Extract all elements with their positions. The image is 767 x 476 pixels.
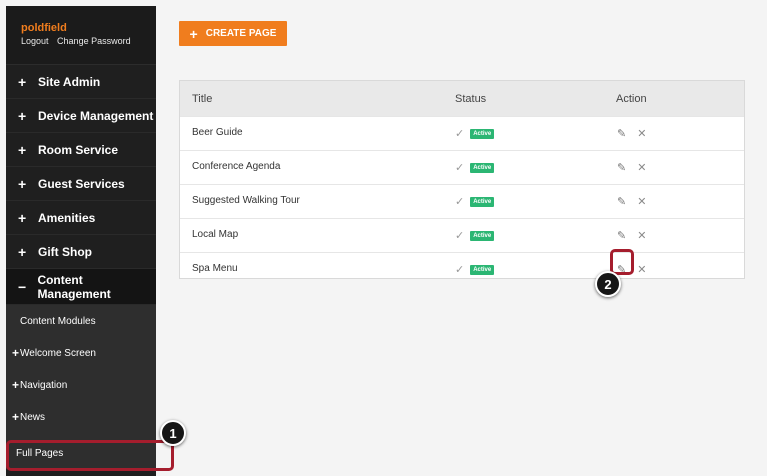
expand-plus-icon: + (18, 175, 27, 192)
sub-item-label: Welcome Screen (20, 347, 96, 359)
delete-x-icon[interactable]: ✕ (637, 263, 646, 276)
status-badge: Active (470, 196, 495, 207)
check-icon: ✓ (455, 196, 465, 208)
full-pages-highlight (6, 440, 174, 471)
sub-item-news[interactable]: + News (6, 401, 156, 433)
page-title-cell: Conference Agenda (192, 161, 281, 172)
sub-item-welcome-screen[interactable]: + Welcome Screen (6, 337, 156, 369)
delete-x-icon[interactable]: ✕ (637, 195, 646, 208)
step-marker-2: 2 (595, 271, 621, 297)
pages-table: Title Status Action Beer Guide ✓ Active … (179, 80, 745, 279)
nav-item-content-management[interactable]: − Content Management (6, 269, 156, 305)
expand-plus-icon: + (12, 378, 20, 392)
row-actions: ✎ ✕ (617, 229, 646, 242)
nav-item-room-service[interactable]: + Room Service (6, 133, 156, 167)
expand-plus-icon: + (18, 107, 27, 124)
status-cell: ✓ Active (455, 161, 495, 174)
step-marker-1: 1 (160, 420, 186, 446)
delete-x-icon[interactable]: ✕ (637, 229, 646, 242)
check-icon: ✓ (455, 230, 465, 242)
page-title-cell: Suggested Walking Tour (192, 195, 300, 206)
nav-item-label: Amenities (38, 210, 96, 225)
plus-icon: + (189, 25, 198, 42)
page-title-cell: Spa Menu (192, 263, 238, 274)
user-links: Logout Change Password (21, 36, 156, 46)
user-box: poldfield Logout Change Password (6, 6, 156, 65)
table-row: Local Map ✓ Active ✎ ✕ (180, 218, 744, 252)
expand-plus-icon: + (18, 209, 27, 226)
status-badge: Active (470, 230, 495, 241)
nav-item-label: Gift Shop (38, 244, 92, 259)
expand-plus-icon: + (18, 73, 27, 90)
status-badge: Active (470, 128, 495, 139)
sidebar: poldfield Logout Change Password + Site … (6, 6, 156, 476)
page-title-cell: Beer Guide (192, 127, 243, 138)
edit-icon-highlight (610, 249, 634, 275)
create-page-label: CREATE PAGE (205, 28, 277, 39)
column-header-action: Action (616, 93, 647, 105)
nav-item-site-admin[interactable]: + Site Admin (6, 65, 156, 99)
collapse-minus-icon: − (18, 278, 27, 295)
row-actions: ✎ ✕ (617, 127, 646, 140)
change-password-link[interactable]: Change Password (57, 36, 131, 46)
check-icon: ✓ (455, 264, 465, 276)
row-actions: ✎ ✕ (617, 195, 646, 208)
check-icon: ✓ (455, 162, 465, 174)
nav-item-label: Site Admin (38, 74, 101, 89)
status-cell: ✓ Active (455, 127, 495, 140)
status-cell: ✓ Active (455, 229, 495, 242)
logout-link[interactable]: Logout (21, 36, 49, 46)
table-header: Title Status Action (180, 81, 744, 116)
sub-item-label: Content Modules (20, 315, 96, 327)
expand-plus-icon: + (12, 410, 20, 424)
status-cell: ✓ Active (455, 195, 495, 208)
edit-pencil-icon[interactable]: ✎ (617, 229, 626, 242)
nav-item-gift-shop[interactable]: + Gift Shop (6, 235, 156, 269)
edit-pencil-icon[interactable]: ✎ (617, 195, 626, 208)
page-title-cell: Local Map (192, 229, 239, 240)
create-page-button[interactable]: + CREATE PAGE (179, 21, 287, 46)
expand-plus-icon: + (12, 346, 20, 360)
nav-item-label: Room Service (38, 142, 119, 157)
status-badge: Active (470, 264, 495, 275)
nav-item-label: Content Management (37, 272, 111, 301)
username: poldfield (21, 22, 67, 34)
sub-item-label: News (20, 411, 46, 423)
status-badge: Active (470, 162, 495, 173)
table-row: Beer Guide ✓ Active ✎ ✕ (180, 116, 744, 150)
table-row: Conference Agenda ✓ Active ✎ ✕ (180, 150, 744, 184)
table-row: Suggested Walking Tour ✓ Active ✎ ✕ (180, 184, 744, 218)
delete-x-icon[interactable]: ✕ (637, 161, 646, 174)
status-cell: ✓ Active (455, 263, 495, 276)
nav-item-label: Guest Services (38, 176, 125, 191)
delete-x-icon[interactable]: ✕ (637, 127, 646, 140)
table-row: Spa Menu ✓ Active ✎ ✕ (180, 252, 744, 286)
nav-item-device-management[interactable]: + Device Management (6, 99, 156, 133)
sub-item-content-modules[interactable]: Content Modules (6, 305, 156, 337)
column-header-title: Title (192, 93, 213, 105)
sub-item-navigation[interactable]: + Navigation (6, 369, 156, 401)
expand-plus-icon: + (18, 243, 27, 260)
check-icon: ✓ (455, 128, 465, 140)
edit-pencil-icon[interactable]: ✎ (617, 127, 626, 140)
nav-item-guest-services[interactable]: + Guest Services (6, 167, 156, 201)
column-header-status: Status (455, 93, 487, 105)
sub-item-label: Navigation (20, 379, 68, 391)
nav-item-label: Device Management (38, 108, 154, 123)
nav-item-amenities[interactable]: + Amenities (6, 201, 156, 235)
row-actions: ✎ ✕ (617, 161, 646, 174)
expand-plus-icon: + (18, 141, 27, 158)
edit-pencil-icon[interactable]: ✎ (617, 161, 626, 174)
